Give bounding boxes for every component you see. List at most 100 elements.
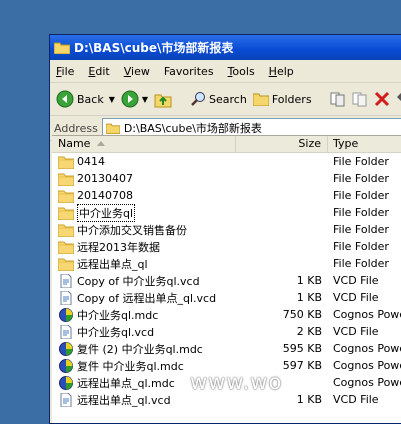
- file-name-cell: 中介添加交叉销售备份: [52, 222, 236, 238]
- file-name-cell: 远程2013年数据: [52, 239, 236, 255]
- file-type: File Folder: [333, 172, 389, 185]
- folder-icon: [58, 206, 77, 220]
- file-name: 远程2013年数据: [77, 240, 160, 254]
- sort-ascending-icon: [97, 141, 105, 146]
- file-row[interactable]: 远程出单点_ql File Folder: [52, 255, 401, 272]
- file-name-cell: 中介业务ql.mdc: [52, 307, 236, 323]
- file-type: File Folder: [333, 240, 389, 253]
- menu-edit[interactable]: Edit: [88, 65, 109, 78]
- file-row[interactable]: 中介业务ql File Folder: [52, 203, 401, 222]
- forward-arrow-icon: [121, 90, 139, 108]
- folders-button[interactable]: Folders: [252, 92, 312, 106]
- list-header: Name Size Type: [52, 136, 401, 153]
- file-type: VCD File: [333, 325, 379, 338]
- folders-icon: [252, 93, 269, 106]
- menu-tools[interactable]: Tools: [228, 65, 255, 78]
- file-type: Cognos Powe: [333, 376, 401, 389]
- move-to-button[interactable]: [330, 91, 346, 107]
- file-size: 2 KB: [296, 325, 322, 338]
- file-name-cell: Copy of 远程出单点_ql.vcd: [52, 290, 236, 306]
- folder-icon: [54, 42, 70, 54]
- back-label: Back: [77, 92, 104, 106]
- copy-to-button[interactable]: [352, 91, 368, 107]
- file-name: 20140708: [77, 189, 133, 202]
- file-row[interactable]: 中介添加交叉销售备份 File Folder: [52, 221, 401, 238]
- file-size: 595 KB: [282, 342, 322, 355]
- file-name: 复件 (2) 中介业务ql.mdc: [77, 342, 203, 356]
- file-type: File Folder: [333, 257, 389, 270]
- back-button[interactable]: Back ▼: [56, 90, 115, 108]
- chevron-down-icon[interactable]: ▼: [109, 95, 115, 104]
- menu-help[interactable]: Help: [269, 65, 294, 78]
- cognos-icon: [58, 307, 77, 322]
- search-button[interactable]: Search: [190, 91, 247, 107]
- file-size: 1 KB: [296, 291, 322, 304]
- file-row[interactable]: Copy of 中介业务ql.vcd 1 KB VCD File: [52, 272, 401, 289]
- folder-icon: [105, 123, 120, 134]
- file-name-cell: 中介业务ql.vcd: [52, 324, 236, 340]
- file-type: File Folder: [333, 155, 389, 168]
- column-header-name[interactable]: Name: [52, 136, 236, 152]
- file-row[interactable]: 复件 (2) 中介业务ql.mdc 595 KB Cognos Powe: [52, 340, 401, 357]
- delete-button[interactable]: [374, 91, 390, 107]
- forward-button[interactable]: ▼: [121, 90, 148, 108]
- folder-icon: [58, 240, 77, 254]
- undo-icon: [396, 93, 401, 101]
- file-size: 1 KB: [296, 393, 322, 406]
- undo-button[interactable]: [396, 91, 401, 107]
- title-bar[interactable]: D:\BAS\cube\市场部新报表: [50, 35, 401, 60]
- folder-icon: [58, 189, 77, 203]
- file-name: 中介业务ql.vcd: [77, 325, 155, 339]
- file-name: Copy of 中介业务ql.vcd: [77, 274, 200, 288]
- file-name: 中介业务ql: [77, 203, 136, 222]
- chevron-down-icon[interactable]: ▼: [142, 95, 148, 104]
- file-type: VCD File: [333, 291, 379, 304]
- file-type: File Folder: [333, 206, 389, 219]
- file-row[interactable]: 中介业务ql.mdc 750 KB Cognos Powe: [52, 306, 401, 323]
- file-row[interactable]: Copy of 远程出单点_ql.vcd 1 KB VCD File: [52, 289, 401, 306]
- menu-view[interactable]: View: [124, 65, 150, 78]
- cognos-icon: [58, 341, 77, 356]
- file-row[interactable]: 20130407 File Folder: [52, 170, 401, 187]
- file-name: 20130407: [77, 172, 133, 185]
- file-name-cell: 中介业务ql: [52, 203, 236, 222]
- search-icon: [191, 92, 206, 106]
- column-header-type[interactable]: Type: [328, 136, 401, 152]
- file-name: 复件 中介业务ql.mdc: [77, 359, 184, 373]
- file-name: 0414: [77, 155, 105, 168]
- folder-icon: [58, 257, 77, 271]
- file-size: 1 KB: [296, 274, 322, 287]
- toolbar: Back ▼ ▼ Search Folders: [50, 83, 401, 116]
- column-header-size[interactable]: Size: [236, 136, 328, 152]
- delete-x-icon: [374, 91, 389, 107]
- vcd-file-icon: [58, 290, 77, 305]
- file-name-cell: 20140708: [52, 189, 236, 203]
- file-row[interactable]: 中介业务ql.vcd 2 KB VCD File: [52, 323, 401, 340]
- file-name-cell: 20130407: [52, 172, 236, 186]
- file-name: 中介添加交叉销售备份: [77, 223, 187, 237]
- file-type: VCD File: [333, 393, 379, 406]
- search-label: Search: [209, 92, 247, 106]
- watermark: www.wo: [190, 370, 283, 394]
- file-name: 中介业务ql.mdc: [77, 308, 159, 322]
- menu-bar: File Edit View Favorites Tools Help: [50, 60, 401, 83]
- menu-file[interactable]: File: [56, 65, 74, 78]
- file-row[interactable]: 0414 File Folder: [52, 153, 401, 170]
- address-value: D:\BAS\cube\市场部新报表: [123, 122, 262, 135]
- file-type: File Folder: [333, 223, 389, 236]
- file-row[interactable]: 远程2013年数据 File Folder: [52, 238, 401, 255]
- file-type: Cognos Powe: [333, 342, 401, 355]
- menu-favorites[interactable]: Favorites: [164, 65, 214, 78]
- file-name: 远程出单点_ql.vcd: [77, 393, 171, 407]
- file-name: 远程出单点_ql.mdc: [77, 376, 175, 390]
- file-row[interactable]: 20140708 File Folder: [52, 187, 401, 204]
- folder-icon: [58, 172, 77, 186]
- vcd-file-icon: [58, 273, 77, 288]
- up-folder-button[interactable]: [154, 90, 172, 108]
- file-type: Cognos Powe: [333, 308, 401, 321]
- file-type: File Folder: [333, 189, 389, 202]
- folders-label: Folders: [271, 92, 312, 106]
- move-to-icon: [330, 92, 345, 107]
- file-name-cell: 远程出单点_ql: [52, 256, 236, 272]
- explorer-window: D:\BAS\cube\市场部新报表 File Edit View Favori…: [49, 34, 401, 424]
